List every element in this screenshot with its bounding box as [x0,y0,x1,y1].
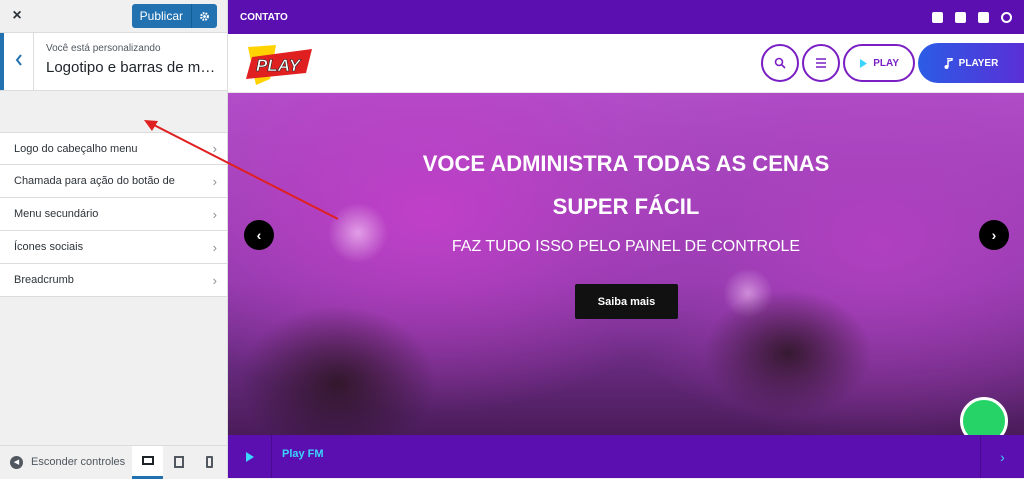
logo-text: PLAY [256,56,302,75]
chevron-right-icon: › [991,227,997,243]
chevron-right-icon: › [212,206,217,222]
menu-button[interactable] [802,44,841,82]
back-button[interactable] [0,33,34,90]
section-header: Você está personalizando Logotipo e barr… [0,33,227,91]
hide-controls-button[interactable]: ◀ Esconder controles [0,455,132,469]
hide-controls-label: Esconder controles [31,456,126,468]
customizer-header: × Publicar [0,0,227,33]
site-header: PLAY PLAY PLAYER [228,34,1024,93]
social-icons [932,11,1012,23]
section-title: Logotipo e barras de menu [46,59,221,76]
control-item-cta-button[interactable]: Chamada para ação do botão de › [0,165,227,198]
chevron-right-icon: › [1000,448,1005,465]
header-actions: PLAY PLAYER [761,43,1024,83]
site-topbar: CONTATO [228,0,1024,34]
chevron-right-icon: › [212,173,217,189]
control-item-secondary-menu[interactable]: Menu secundário › [0,198,227,231]
control-item-social-icons[interactable]: Ícones sociais › [0,231,227,264]
play-button[interactable]: PLAY [843,44,915,82]
publish-button[interactable]: Publicar [131,4,191,28]
hero-subtitle: FAZ TUDO ISSO PELO PAINEL DE CONTROLE [451,238,801,255]
hero-title-line2: SUPER FÁCIL [552,194,700,219]
slider-next-button[interactable]: › [979,220,1009,250]
site-preview: CONTATO PLAY PLAY PLAYER VOCE ADMINISTRA… [228,0,1024,478]
desktop-preview-button[interactable] [132,445,163,479]
hero-slider: VOCE ADMINISTRA TODAS AS CENAS SUPER FÁC… [228,93,1024,435]
mobile-preview-button[interactable] [194,446,225,479]
learn-more-button[interactable]: Saiba mais [575,284,678,319]
circle-icon[interactable] [1001,11,1012,23]
search-button[interactable] [761,44,800,82]
instagram-icon[interactable] [932,11,943,23]
tablet-preview-button[interactable] [163,446,194,479]
gear-icon[interactable] [191,4,217,28]
control-item-label: Chamada para ação do botão de [14,175,175,187]
chevron-left-icon [15,53,23,71]
contact-link[interactable]: CONTATO [240,12,288,23]
play-icon [246,451,254,462]
player-play-button[interactable] [228,435,272,478]
control-item-breadcrumb[interactable]: Breadcrumb › [0,264,227,297]
control-list: Logo do cabeçalho menu › Chamada para aç… [0,132,227,297]
publish-group: Publicar [131,4,217,28]
hero-title-line1: VOCE ADMINISTRA TODAS AS CENAS [422,151,830,176]
chevron-right-icon: › [212,272,217,288]
site-logo[interactable]: PLAY [242,39,314,87]
control-item-header-logo[interactable]: Logo do cabeçalho menu › [0,132,227,165]
whatsapp-icon[interactable] [960,397,1008,435]
chevron-right-icon: › [212,239,217,255]
player-button[interactable]: PLAYER [918,43,1024,83]
slider-prev-button[interactable]: ‹ [244,220,274,250]
play-label: PLAY [873,57,899,69]
customizer-footer: ◀ Esconder controles [0,445,227,479]
player-label: PLAYER [958,57,999,69]
hamburger-icon [816,58,827,68]
control-item-label: Menu secundário [14,208,99,220]
play-icon [860,58,868,68]
mobile-icon [206,456,213,468]
music-note-icon [944,57,953,69]
android-icon[interactable] [978,11,989,23]
control-item-label: Ícones sociais [14,241,84,253]
control-item-label: Logo do cabeçalho menu [14,142,138,155]
collapse-icon: ◀ [10,455,23,469]
player-bar: Play FM › [228,435,1024,478]
close-icon[interactable]: × [0,0,34,33]
tablet-icon [173,456,184,468]
search-icon [774,57,786,69]
player-next-button[interactable]: › [980,435,1024,478]
section-subtitle: Você está personalizando [46,43,161,54]
customizer-sidebar: × Publicar Você está personalizando Logo… [0,0,228,479]
control-item-label: Breadcrumb [14,274,74,286]
chevron-left-icon: ‹ [256,227,262,243]
chevron-right-icon: › [212,141,217,156]
facebook-icon[interactable] [955,11,966,23]
station-name: Play FM [282,447,324,460]
section-header-text: Você está personalizando Logotipo e barr… [34,33,221,90]
desktop-icon [141,456,154,465]
